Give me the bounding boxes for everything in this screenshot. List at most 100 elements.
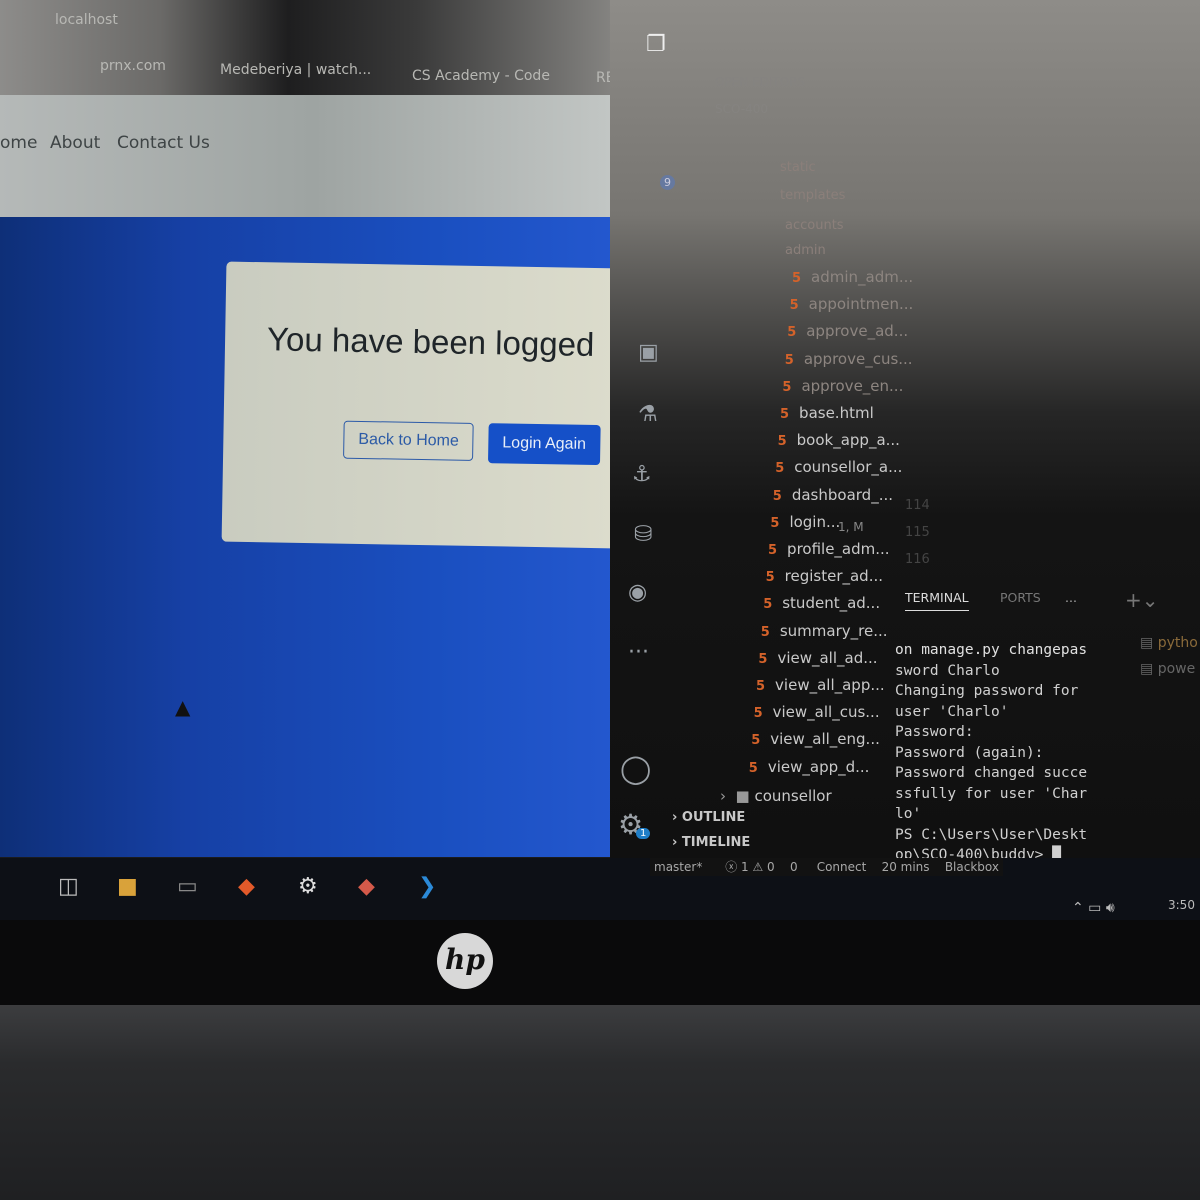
timeline-section[interactable]: › TIMELINE (672, 835, 750, 850)
github-icon[interactable]: ◉ (628, 580, 647, 605)
html-file-icon: 5 (748, 760, 758, 776)
settings-icon[interactable]: ⚙ (298, 874, 318, 899)
file-item[interactable]: 5 view_app_d... (749, 758, 870, 776)
open-editors-header[interactable]: OPEN EDITORS (715, 75, 805, 89)
panel-more-button[interactable]: ... (1065, 590, 1077, 605)
laptop-bezel (0, 920, 1200, 1005)
folder-label: counsellor (754, 787, 832, 805)
testing-icon[interactable]: ⚗ (638, 402, 658, 427)
folder[interactable]: static (780, 160, 816, 175)
time-status[interactable]: 20 mins (882, 860, 930, 874)
logout-card: You have been logged Back to Home Login … (221, 261, 622, 549)
terminal-output[interactable]: on manage.py changepas sword Charlo Changi… (895, 640, 1095, 866)
file-item[interactable]: 5 register_ad... (766, 567, 883, 585)
counsellor-folder[interactable]: › ■ counsellor (720, 787, 832, 805)
tray-icons[interactable]: ⌃ ▭ 🔊︎ (1072, 900, 1115, 916)
remote-explorer-icon[interactable]: ▣ (638, 340, 659, 365)
file-explorer-icon[interactable]: ■ (117, 874, 138, 899)
file-item[interactable]: 5 view_all_cus... (754, 703, 880, 721)
terminal-app-icon[interactable]: ▭ (177, 874, 198, 899)
file-item[interactable]: 5 dashboard_... (773, 486, 893, 504)
outline-section[interactable]: › OUTLINE (672, 810, 745, 825)
vscode-icon[interactable]: ❯ (418, 874, 436, 899)
tab[interactable]: prnx.com (100, 58, 166, 74)
terminal-item[interactable]: ▤ pytho (1140, 630, 1198, 656)
file-item[interactable]: 5 student_ad... (763, 594, 880, 612)
file-item[interactable]: 5 approve_ad... (787, 322, 908, 340)
file-label: view_app_d... (767, 757, 870, 776)
new-terminal-icon[interactable]: +⌄ (1125, 588, 1159, 612)
terminal-line: Password: (895, 724, 974, 740)
html-file-icon: 5 (753, 706, 763, 722)
file-item[interactable]: 5 view_all_app... (756, 676, 885, 694)
file-item[interactable]: 5 approve_cus... (785, 350, 913, 368)
file-item[interactable]: 5 admin_adm... (792, 268, 913, 286)
terminal-label: powe (1157, 661, 1196, 677)
file-label: admin_adm... (811, 268, 914, 286)
nav-about[interactable]: About (50, 133, 100, 153)
terminal-item[interactable]: ▤ powe (1140, 656, 1198, 682)
tab-terminal[interactable]: TERMINAL (905, 590, 969, 611)
mouse-cursor-icon: ▲ (175, 695, 191, 719)
explorer-icon[interactable]: ❐ (646, 32, 666, 57)
terminal-line: PS C:\Users\User\Deskt (895, 826, 1088, 843)
line-numbers: 114 115 116 (905, 492, 930, 573)
site-navbar: ome About Contact Us (0, 95, 628, 217)
clock-time: 3:50 (1168, 898, 1195, 912)
terminal-icon: ▤ (1140, 635, 1158, 651)
tab-ports[interactable]: PORTS (1000, 590, 1041, 605)
docker-icon[interactable]: ⚓ (632, 462, 652, 487)
html-file-icon: 5 (763, 597, 773, 613)
login-again-button[interactable]: Login Again (487, 423, 601, 466)
html-file-icon: 5 (784, 352, 794, 368)
nav-contact[interactable]: Contact Us (117, 133, 210, 153)
file-item[interactable]: 5 book_app_a... (778, 431, 900, 449)
file-item[interactable]: 5 counsellor_a... (775, 458, 902, 476)
badge: 9 (660, 175, 675, 190)
folder[interactable]: templates (780, 188, 845, 203)
line-number: 115 (905, 525, 930, 540)
activity-bar: ❐ 9 ▣ ⚗ ⚓ ⛁ ◉ ··· ◯ ⚙ 1 (610, 0, 675, 860)
address-bar[interactable]: localhost (55, 12, 118, 28)
task-view-icon[interactable]: ◫ (58, 874, 79, 899)
file-label: view_all_ad... (777, 648, 878, 667)
tab[interactable]: Medeberiya | watch... (220, 62, 371, 78)
file-item[interactable]: 5 approve_en... (782, 377, 903, 395)
database-icon[interactable]: ⛁ (634, 522, 652, 547)
terminal-line: ssfully for user 'Char (895, 785, 1088, 802)
ports-status[interactable]: 0 (790, 860, 798, 874)
nav-home[interactable]: ome (0, 133, 37, 153)
file-item[interactable]: 5 profile_adm... (768, 540, 890, 558)
folder[interactable]: admin (785, 243, 826, 258)
file-item[interactable]: 5 summary_re... (761, 622, 888, 640)
html-file-icon: 5 (756, 679, 766, 694)
blackbox-status[interactable]: Blackbox (945, 860, 999, 874)
project-header[interactable]: SCO-400 (715, 102, 768, 116)
terminal-list: ▤ pytho ▤ powe (1140, 630, 1198, 682)
brave-icon[interactable]: ◆ (238, 874, 255, 899)
file-label: summary_re... (779, 621, 888, 640)
tab[interactable]: CS Academy - Code (412, 68, 550, 84)
file-item[interactable]: 5 view_all_ad... (758, 649, 877, 667)
brave-icon[interactable]: ◆ (358, 874, 375, 899)
file-item[interactable]: 5 view_all_eng... (751, 730, 880, 748)
branch-status[interactable]: master* (654, 860, 702, 874)
terminal-label: pytho (1157, 635, 1198, 651)
more-icon[interactable]: ··· (628, 640, 649, 665)
file-item[interactable]: 5 appointmen... (790, 295, 914, 313)
file-item[interactable]: 5 login... (770, 513, 840, 531)
file-item[interactable]: 5 base.html (780, 404, 874, 422)
back-to-home-button[interactable]: Back to Home (343, 420, 475, 461)
problems-status[interactable]: ⓧ 1 ⚠ 0 (725, 860, 774, 874)
connect-status[interactable]: Connect (817, 860, 867, 874)
line-number: 114 (905, 498, 930, 513)
html-file-icon: 5 (772, 488, 782, 504)
timeline-label: TIMELINE (681, 835, 751, 850)
logout-message: You have been logged (266, 320, 595, 364)
file-label: approve_en... (801, 376, 904, 395)
line-number: 116 (905, 552, 930, 567)
account-icon[interactable]: ◯ (620, 752, 651, 785)
file-label: base.html (799, 404, 874, 422)
terminal-line: user 'Charlo' (895, 703, 1009, 720)
folder[interactable]: accounts (785, 218, 844, 233)
